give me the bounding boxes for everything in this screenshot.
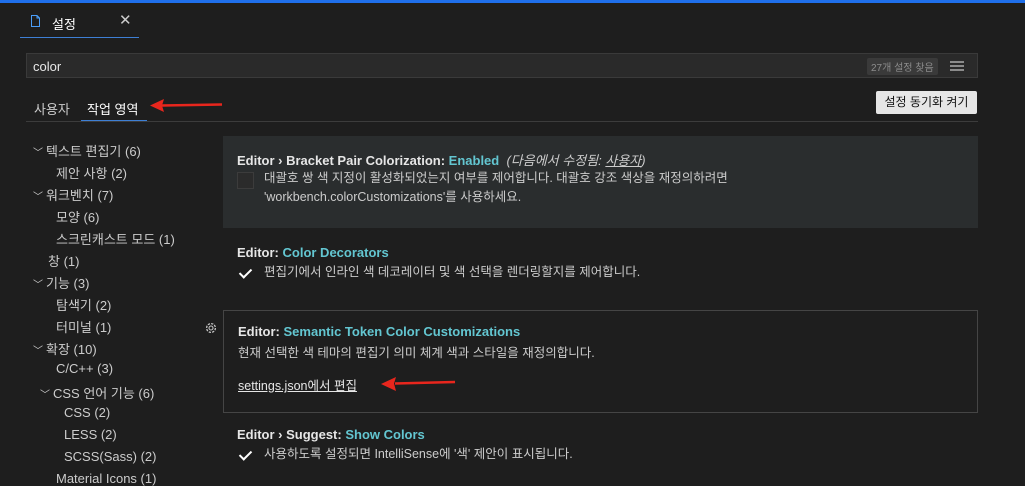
toc-item-suggestions[interactable]: 제안 사항 (2) bbox=[56, 163, 127, 182]
toc-item-appearance[interactable]: 모양 (6) bbox=[56, 207, 99, 226]
toc-item-text-editor[interactable]: ﹀ 텍스트 편집기 (6) bbox=[33, 141, 141, 160]
bracket-pair-colorization-checkbox[interactable] bbox=[237, 172, 254, 189]
tab-user-scope[interactable]: 사용자 bbox=[34, 99, 70, 118]
setting-semantic-token-color-customizations: Editor: Semantic Token Color Customizati… bbox=[223, 310, 978, 413]
scope-divider bbox=[26, 121, 978, 122]
toc-item-less[interactable]: LESS (2) bbox=[64, 427, 117, 442]
chevron-down-icon: ﹀ bbox=[33, 148, 43, 159]
results-count-badge: 27개 설정 찾음 bbox=[867, 58, 938, 75]
gear-icon[interactable] bbox=[204, 321, 218, 335]
modified-indicator: (다음에서 수정됨: 사용자) bbox=[506, 153, 646, 168]
setting-color-decorators: Editor: Color Decorators 편집기에서 인라인 색 데코레… bbox=[223, 232, 978, 302]
close-icon[interactable]: ✕ bbox=[119, 11, 132, 29]
sync-settings-button[interactable]: 설정 동기화 켜기 bbox=[876, 91, 977, 114]
toc-item-scss[interactable]: SCSS(Sass) (2) bbox=[64, 449, 156, 464]
chevron-down-icon: ﹀ bbox=[33, 280, 43, 291]
setting-description: 편집기에서 인라인 색 데코레이터 및 색 선택을 렌더링할지를 제어합니다. bbox=[264, 265, 641, 279]
toc-item-css[interactable]: CSS (2) bbox=[64, 405, 110, 420]
annotation-arrow-edit-link bbox=[381, 377, 456, 391]
setting-description: 사용하도록 설정되면 IntelliSense에 '색' 제안이 표시됩니다. bbox=[264, 447, 573, 461]
chevron-down-icon: ﹀ bbox=[33, 192, 43, 203]
settings-search-box[interactable]: 27개 설정 찾음 bbox=[26, 53, 978, 78]
tab-label: 설정 bbox=[52, 17, 76, 32]
setting-description: 대괄호 쌍 색 지정이 활성화되었는지 여부를 제어합니다. 대괄호 강조 색상… bbox=[264, 171, 728, 204]
toc-item-material-icons[interactable]: Material Icons (1) bbox=[56, 471, 156, 486]
show-colors-checkbox[interactable] bbox=[237, 447, 254, 464]
settings-search-input[interactable] bbox=[31, 56, 855, 77]
toc-item-explorer[interactable]: 탐색기 (2) bbox=[56, 295, 111, 314]
setting-title: Editor › Bracket Pair Colorization: Enab… bbox=[237, 153, 646, 168]
color-decorators-checkbox[interactable] bbox=[237, 265, 254, 282]
toc-item-extensions[interactable]: ﹀ 확장 (10) bbox=[33, 339, 97, 358]
toc-item-terminal[interactable]: 터미널 (1) bbox=[56, 317, 111, 336]
edit-in-settings-json-link[interactable]: settings.json에서 편집 bbox=[238, 375, 357, 394]
setting-suggest-show-colors: Editor › Suggest: Show Colors 사용하도록 설정되면… bbox=[223, 414, 978, 483]
toc-item-features[interactable]: ﹀ 기능 (3) bbox=[33, 273, 89, 292]
chevron-down-icon: ﹀ bbox=[33, 346, 43, 357]
chevron-down-icon: ﹀ bbox=[40, 390, 50, 401]
annotation-arrow-workspace bbox=[150, 99, 223, 112]
window-top-accent-bar bbox=[0, 0, 1025, 3]
tab-workspace-scope[interactable]: 작업 영역 bbox=[87, 99, 138, 118]
toc-item-css-language-features[interactable]: ﹀ CSS 언어 기능 (6) bbox=[40, 383, 154, 402]
setting-title: Editor › Suggest: Show Colors bbox=[237, 427, 425, 442]
file-icon bbox=[31, 15, 40, 27]
toc-item-workbench[interactable]: ﹀ 워크벤치 (7) bbox=[33, 185, 113, 204]
toc-item-window[interactable]: 창 (1) bbox=[48, 251, 79, 270]
setting-title: Editor: Color Decorators bbox=[237, 245, 389, 260]
setting-bracket-pair-colorization: Editor › Bracket Pair Colorization: Enab… bbox=[223, 136, 978, 228]
filter-icon[interactable] bbox=[950, 61, 964, 71]
setting-description: 현재 선택한 색 테마의 편집기 의미 체계 색과 스타일을 재정의합니다. bbox=[238, 346, 595, 360]
setting-title: Editor: Semantic Token Color Customizati… bbox=[238, 324, 521, 339]
toc-item-screencast-mode[interactable]: 스크린캐스트 모드 (1) bbox=[56, 229, 175, 248]
modified-in-user-link[interactable]: 사용자 bbox=[605, 153, 641, 168]
tab-settings[interactable]: 설정 ✕ bbox=[20, 3, 139, 38]
toc-item-cpp[interactable]: C/C++ (3) bbox=[56, 361, 113, 376]
